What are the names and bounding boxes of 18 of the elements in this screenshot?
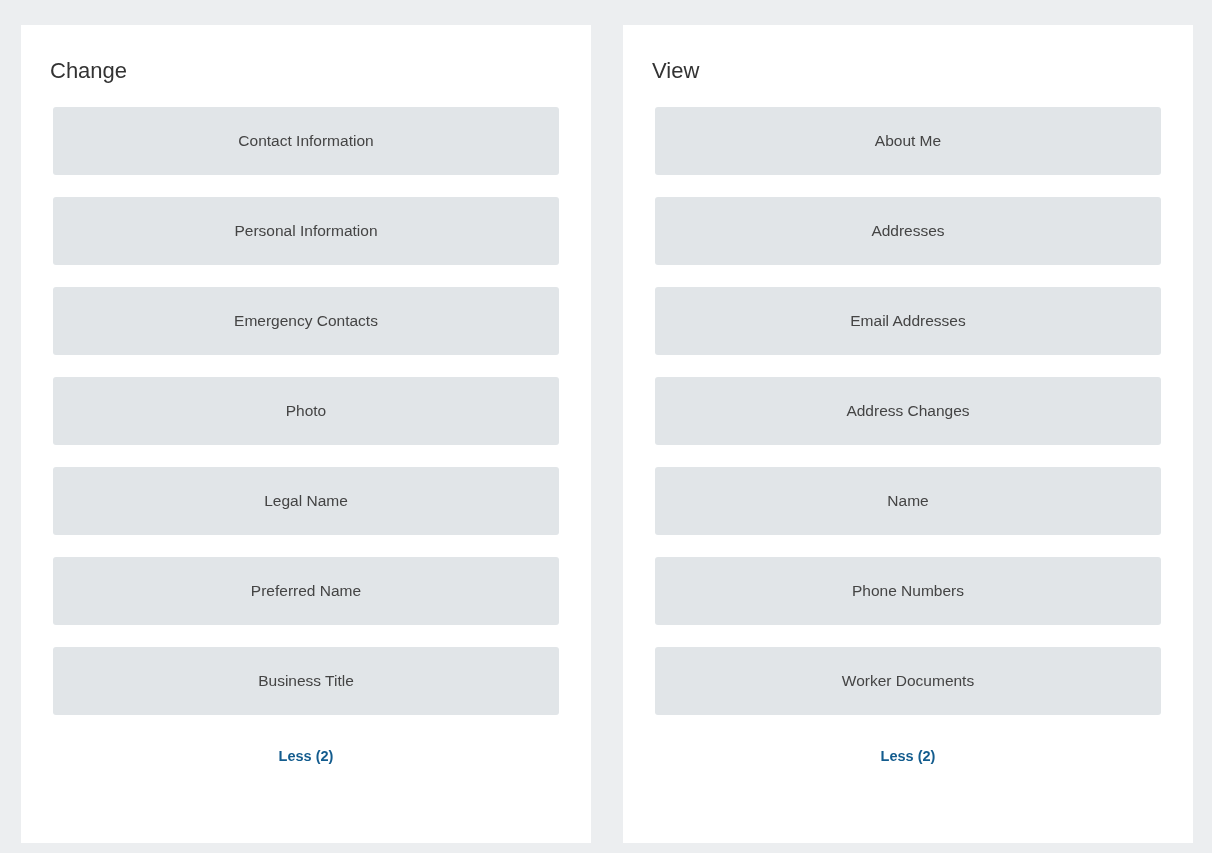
- action-button[interactable]: Phone Numbers: [655, 557, 1161, 625]
- panel-title: View: [652, 57, 700, 85]
- action-button[interactable]: Address Changes: [655, 377, 1161, 445]
- less-link[interactable]: Less (2): [278, 748, 334, 764]
- action-button[interactable]: Preferred Name: [53, 557, 559, 625]
- less-link[interactable]: Less (2): [880, 748, 936, 764]
- panel-title: Change: [50, 57, 128, 85]
- action-button[interactable]: Personal Information: [53, 197, 559, 265]
- action-button[interactable]: Worker Documents: [655, 647, 1161, 715]
- action-button[interactable]: Emergency Contacts: [53, 287, 559, 355]
- action-button[interactable]: Name: [655, 467, 1161, 535]
- action-button[interactable]: Email Addresses: [655, 287, 1161, 355]
- action-button[interactable]: Legal Name: [53, 467, 559, 535]
- action-button[interactable]: About Me: [655, 107, 1161, 175]
- action-button[interactable]: Business Title: [53, 647, 559, 715]
- action-button[interactable]: Photo: [53, 377, 559, 445]
- action-button[interactable]: Addresses: [655, 197, 1161, 265]
- action-button[interactable]: Contact Information: [53, 107, 559, 175]
